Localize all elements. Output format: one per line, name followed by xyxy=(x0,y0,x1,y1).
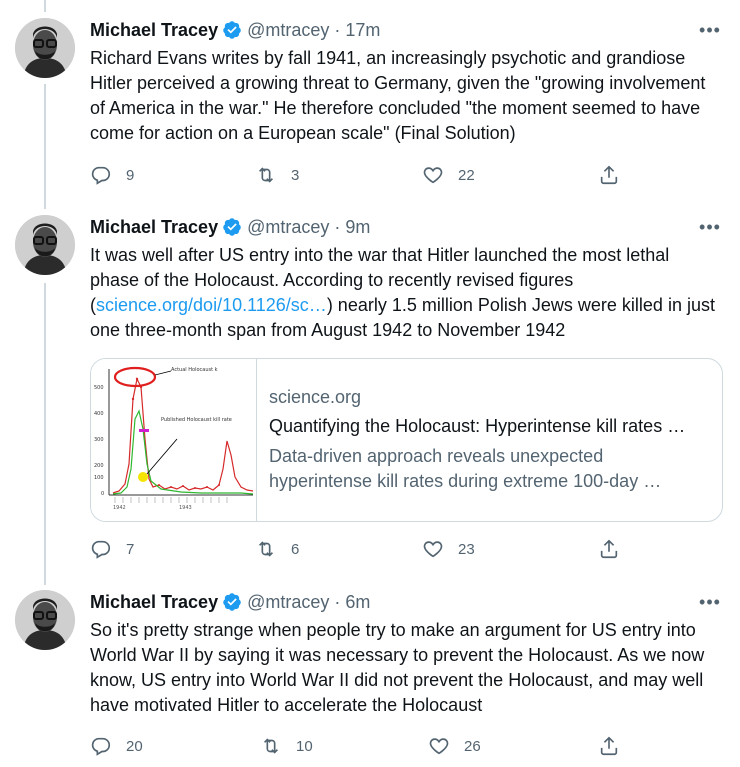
heart-icon xyxy=(423,541,443,558)
tweet-actions: 7 6 23 xyxy=(90,537,630,561)
author-name[interactable]: Michael Tracey xyxy=(90,592,218,613)
timestamp[interactable]: · 17m xyxy=(334,20,380,41)
tweet-text: It was well after US entry into the war … xyxy=(90,243,722,343)
y-tick: 300 xyxy=(94,437,104,443)
like-button[interactable]: 26 xyxy=(428,734,481,758)
chart-annotation-actual: Actual Holocaust k xyxy=(171,367,218,373)
thread-line xyxy=(44,0,46,12)
y-tick: 500 xyxy=(94,385,104,391)
card-description: Data-driven approach reveals unexpected … xyxy=(269,446,662,491)
tweet-actions: 9 3 22 xyxy=(90,163,630,187)
reply-icon xyxy=(91,166,111,185)
reply-count: 9 xyxy=(126,166,135,184)
more-options-icon[interactable]: ••• xyxy=(695,215,725,239)
heart-icon xyxy=(429,738,449,755)
tweet-link[interactable]: science.org/doi/10.1126/sc… xyxy=(96,295,327,315)
like-count: 22 xyxy=(458,166,475,184)
link-card[interactable]: 500 400 300 200 100 0 Actual Holocaust k… xyxy=(90,358,723,522)
like-count: 23 xyxy=(458,540,475,558)
timestamp[interactable]: · 9m xyxy=(334,217,370,238)
share-icon xyxy=(600,736,618,756)
verified-badge-icon xyxy=(223,21,241,39)
avatar[interactable] xyxy=(15,215,75,275)
avatar[interactable] xyxy=(15,590,75,650)
chart-annotation-published: Published Holocaust kill rate xyxy=(161,417,232,423)
like-button[interactable]: 23 xyxy=(422,537,475,561)
verified-badge-icon xyxy=(223,593,241,611)
card-title: Quantifying the Holocaust: Hyperintense … xyxy=(269,416,686,436)
reply-icon xyxy=(91,540,111,559)
retweet-button[interactable]: 6 xyxy=(255,537,299,561)
tweet-header: Michael Tracey @mtracey · 6m xyxy=(90,590,370,614)
share-icon xyxy=(600,539,618,559)
reply-count: 20 xyxy=(126,737,143,755)
more-options-icon[interactable]: ••• xyxy=(695,590,725,614)
card-thumbnail[interactable]: 500 400 300 200 100 0 Actual Holocaust k… xyxy=(91,359,257,521)
retweet-icon xyxy=(263,738,279,754)
tweet-text: Richard Evans writes by fall 1941, an in… xyxy=(90,48,706,143)
reply-count: 7 xyxy=(126,540,135,558)
retweet-button[interactable]: 10 xyxy=(260,734,313,758)
retweet-count: 6 xyxy=(291,540,300,558)
card-domain: science.org xyxy=(269,387,362,407)
author-name[interactable]: Michael Tracey xyxy=(90,20,218,41)
like-button[interactable]: 22 xyxy=(422,163,475,187)
y-tick: 100 xyxy=(94,475,104,481)
x-year-label: 1942 xyxy=(113,505,126,511)
like-count: 26 xyxy=(464,737,481,755)
tweet-2[interactable]: Michael Tracey @mtracey · 9m ••• It was … xyxy=(0,215,740,570)
tweet-3[interactable]: Michael Tracey @mtracey · 6m ••• So it's… xyxy=(0,590,740,760)
tweet-1[interactable]: Michael Tracey @mtracey · 17m ••• Richar… xyxy=(0,18,740,193)
more-options-icon[interactable]: ••• xyxy=(695,18,725,42)
y-tick: 200 xyxy=(94,463,104,469)
share-icon xyxy=(600,165,618,185)
x-year-label: 1943 xyxy=(179,505,192,511)
reply-button[interactable]: 20 xyxy=(90,734,143,758)
share-button[interactable] xyxy=(598,734,620,758)
y-tick: 0 xyxy=(101,491,104,497)
author-handle[interactable]: @mtracey xyxy=(247,217,329,238)
retweet-button[interactable]: 3 xyxy=(255,163,299,187)
reply-button[interactable]: 7 xyxy=(90,537,134,561)
timestamp[interactable]: · 6m xyxy=(334,592,370,613)
chart-thumbnail-image: 500 400 300 200 100 0 Actual Holocaust k… xyxy=(91,359,256,521)
retweet-icon xyxy=(258,167,274,183)
verified-badge-icon xyxy=(223,218,241,236)
share-button[interactable] xyxy=(598,537,620,561)
retweet-icon xyxy=(258,541,274,557)
heart-icon xyxy=(423,167,443,184)
retweet-count: 10 xyxy=(296,737,313,755)
tweet-text: So it's pretty strange when people try t… xyxy=(90,620,705,715)
tweet-header: Michael Tracey @mtracey · 17m xyxy=(90,18,380,42)
retweet-count: 3 xyxy=(291,166,300,184)
share-button[interactable] xyxy=(598,163,620,187)
author-handle[interactable]: @mtracey xyxy=(247,592,329,613)
tweet-actions: 20 10 26 xyxy=(90,734,630,758)
author-name[interactable]: Michael Tracey xyxy=(90,217,218,238)
reply-icon xyxy=(91,737,111,756)
reply-button[interactable]: 9 xyxy=(90,163,134,187)
author-handle[interactable]: @mtracey xyxy=(247,20,329,41)
avatar[interactable] xyxy=(15,18,75,78)
y-tick: 400 xyxy=(94,411,104,417)
tweet-header: Michael Tracey @mtracey · 9m xyxy=(90,215,370,239)
